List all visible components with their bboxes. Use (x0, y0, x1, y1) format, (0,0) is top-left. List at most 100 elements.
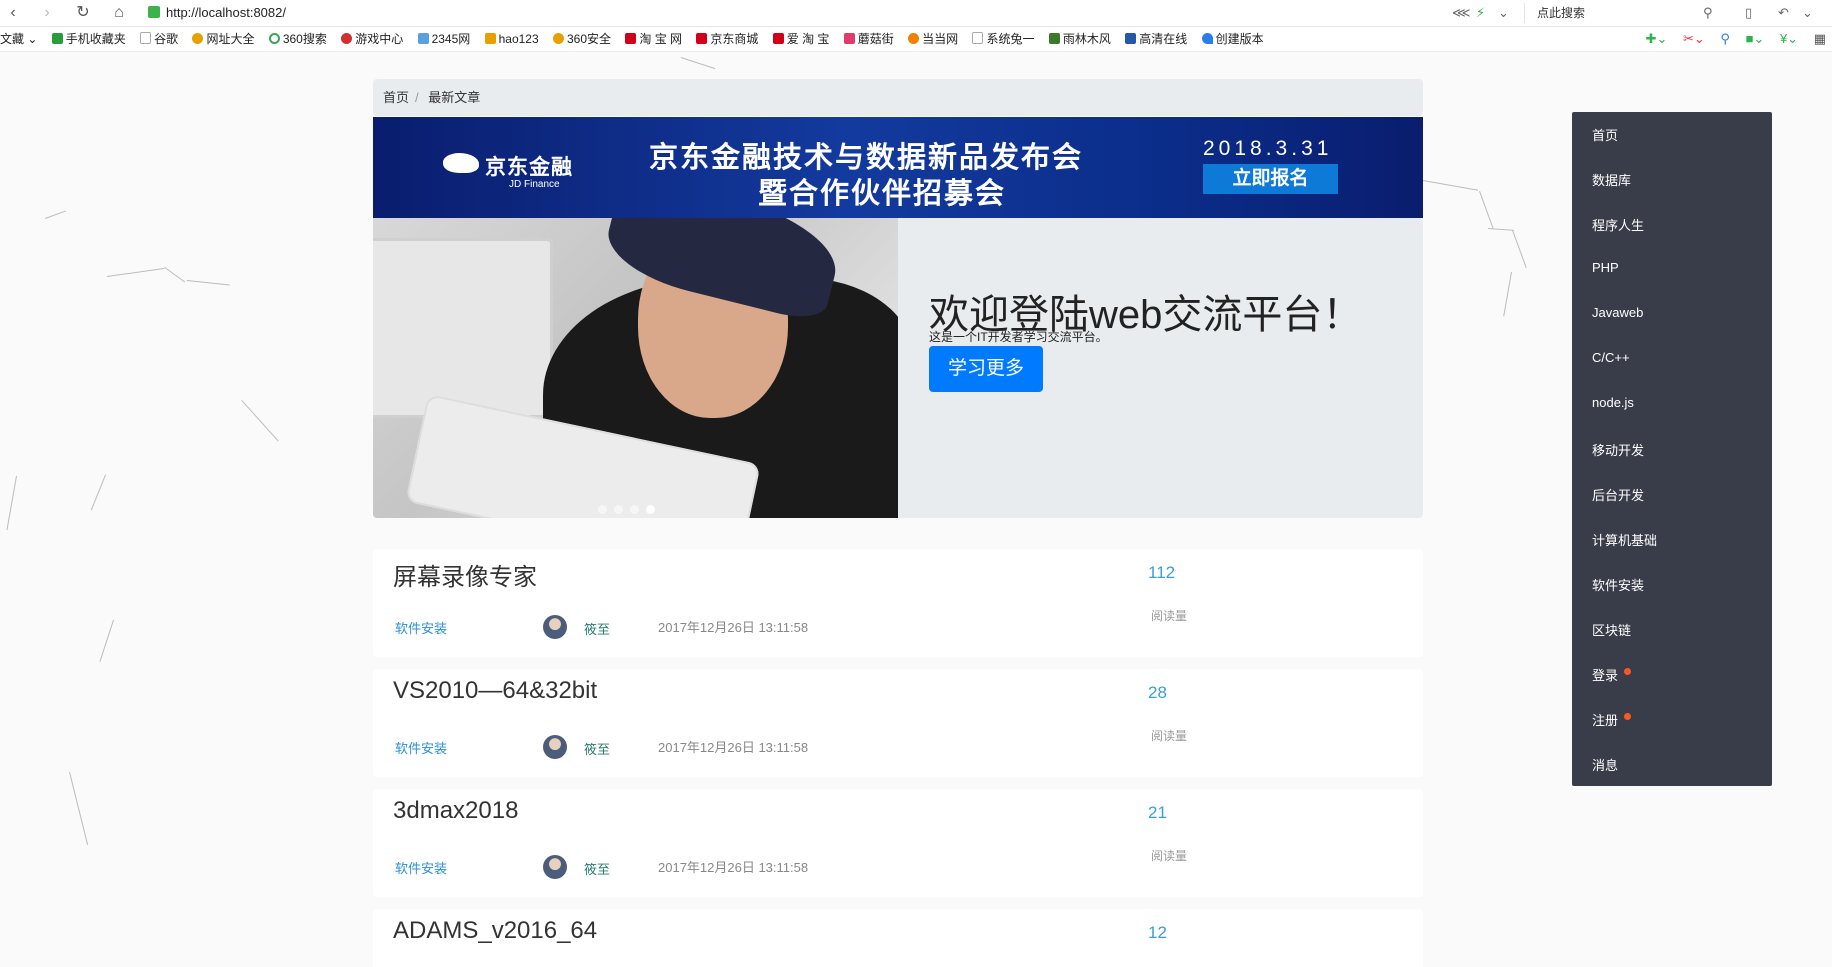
carousel-dot-active[interactable] (646, 505, 655, 514)
carousel-dot[interactable] (614, 505, 623, 514)
browser-toolbar: ‹ › ↻ ⌂ http://localhost:8082/ ⋘ ⚡ ⌄ 点此搜… (0, 0, 1832, 27)
bookmark-item[interactable]: 手机收藏夹 (51, 27, 126, 51)
decorative-line (164, 267, 186, 283)
jd-finance-banner[interactable]: 京东金融 JD Finance 京东金融技术与数据新品发布会 暨合作伙伴招募会 … (373, 117, 1423, 218)
share-icon[interactable]: ⋘ (1452, 3, 1471, 23)
article-time: 2017年12月26日 13:11:58 (658, 860, 809, 875)
bookmark-item[interactable]: 2345网 (417, 27, 470, 51)
bookmark-item[interactable]: 谷歌 (140, 27, 178, 51)
decorative-line (69, 772, 89, 846)
search-input[interactable]: 点此搜索 (1524, 3, 1727, 23)
sidebar-nav: 首页 数据库 程序人生 PHP Javaweb C/C++ node.js 移动… (1572, 112, 1772, 786)
decorative-line (1422, 180, 1479, 191)
article-title[interactable]: 3dmax2018 (393, 797, 518, 825)
bookmark-item[interactable]: 游戏中心 (341, 27, 403, 51)
notification-badge (1624, 713, 1632, 720)
url-text: http://localhost:8082/ (166, 5, 286, 20)
article-title[interactable]: ADAMS_v2016_64 (393, 917, 597, 945)
bookmark-icon (192, 33, 204, 44)
sidebar-item-home[interactable]: 首页 (1592, 125, 1618, 144)
sidebar-item-register[interactable]: 注册 (1592, 710, 1632, 729)
bookmark-item[interactable]: 360安全 (553, 27, 611, 51)
bookmark-icon (908, 33, 920, 44)
article-title[interactable]: VS2010—64&32bit (393, 677, 597, 705)
avatar[interactable] (543, 855, 567, 879)
sidebar-item-login[interactable]: 登录 (1592, 665, 1632, 684)
avatar[interactable] (543, 615, 567, 639)
breadcrumb-home[interactable]: 首页 (383, 90, 409, 105)
article-time: 2017年12月26日 13:11:58 (658, 620, 809, 635)
article-category[interactable]: 软件安装 (395, 858, 447, 877)
sidebar-item-messages[interactable]: 消息 (1592, 755, 1618, 774)
decorative-line (186, 280, 230, 286)
bookmark-icon (484, 33, 496, 44)
bookmark-item[interactable]: 高清在线 (1125, 27, 1187, 51)
sidebar-item-cpp[interactable]: C/C++ (1592, 350, 1630, 365)
bookmark-item[interactable]: 京东商城 (696, 27, 758, 51)
bookmark-item[interactable]: 360搜索 (268, 27, 327, 51)
grid-icon[interactable]: ▦ (1814, 27, 1826, 51)
sidebar-item-php[interactable]: PHP (1592, 260, 1619, 275)
sidebar-item-mobile[interactable]: 移动开发 (1592, 440, 1644, 459)
bookmark-item[interactable]: 淘 宝 网 (625, 27, 682, 51)
read-count: 28 (1148, 683, 1167, 702)
monitor-illustration (373, 238, 553, 418)
extension-plus-icon[interactable]: ✚⌄ (1646, 27, 1668, 51)
bookmark-icon (843, 33, 855, 44)
forward-icon[interactable]: › (36, 2, 58, 24)
device-icon[interactable]: ▯ (1745, 3, 1752, 23)
money-icon[interactable]: ¥⌄ (1780, 27, 1798, 51)
bookmark-item[interactable]: 爱 淘 宝 (772, 27, 829, 51)
sidebar-item-software[interactable]: 软件安装 (1592, 575, 1644, 594)
bookmark-item[interactable]: 文藏 ⌄ (0, 27, 37, 51)
sidebar-item-nodejs[interactable]: node.js (1592, 395, 1634, 410)
article-card[interactable]: ADAMS_v2016_64 12 (373, 909, 1423, 967)
article-category[interactable]: 软件安装 (395, 618, 447, 637)
article-card[interactable]: 3dmax2018 软件安装 筱至 2017年12月26日 13:11:58 2… (373, 789, 1423, 897)
carousel-image[interactable] (373, 218, 898, 518)
bookmark-item[interactable]: 蘑菇街 (843, 27, 894, 51)
sidebar-item-programmer-life[interactable]: 程序人生 (1592, 215, 1644, 234)
bookmark-item[interactable]: 创建版本 (1201, 27, 1264, 51)
learn-more-button[interactable]: 学习更多 (929, 346, 1043, 392)
sidebar-item-backend[interactable]: 后台开发 (1592, 485, 1644, 504)
bookmark-item[interactable]: 网址大全 (192, 27, 254, 51)
article-title[interactable]: 屏幕录像专家 (393, 557, 537, 592)
read-count-label: 阅读量 (1151, 609, 1188, 623)
carousel-dot[interactable] (598, 505, 607, 514)
sidebar-item-javaweb[interactable]: Javaweb (1592, 305, 1643, 320)
chevron-down-icon[interactable]: ⌄ (1802, 3, 1813, 23)
back-icon[interactable]: ‹ (2, 2, 24, 24)
article-author[interactable]: 筱至 (584, 859, 610, 878)
bookmark-icon (341, 33, 353, 44)
bookmark-icon (268, 33, 280, 44)
article-category[interactable]: 软件安装 (395, 738, 447, 757)
avatar[interactable] (543, 735, 567, 759)
article-author[interactable]: 筱至 (584, 739, 610, 758)
register-now-button[interactable]: 立即报名 (1203, 164, 1338, 194)
undo-icon[interactable]: ↶ (1778, 3, 1789, 23)
scissors-icon[interactable]: ✂⌄ (1683, 27, 1705, 51)
article-card[interactable]: 屏幕录像专家 软件安装 筱至 2017年12月26日 13:11:58 112 … (373, 549, 1423, 657)
search-icon[interactable]: ⚲ (1703, 3, 1713, 23)
bookmark-item[interactable]: 系统兔一 (972, 27, 1035, 51)
sidebar-item-database[interactable]: 数据库 (1592, 170, 1631, 189)
article-author[interactable]: 筱至 (584, 619, 610, 638)
home-icon[interactable]: ⌂ (108, 2, 130, 24)
reload-icon[interactable]: ↻ (72, 2, 94, 24)
bookmark-item[interactable]: 当当网 (908, 27, 958, 51)
address-bar[interactable]: http://localhost:8082/ (148, 3, 1438, 23)
gamepad-icon[interactable]: ■⌄ (1746, 27, 1765, 51)
article-card[interactable]: VS2010—64&32bit 软件安装 筱至 2017年12月26日 13:1… (373, 669, 1423, 777)
bookmark-item[interactable]: hao123 (484, 27, 539, 51)
lightning-icon[interactable]: ⚡ (1476, 3, 1485, 23)
decorative-line (1503, 271, 1512, 317)
sidebar-item-cs-basics[interactable]: 计算机基础 (1592, 530, 1657, 549)
search-icon[interactable]: ⚲ (1720, 27, 1730, 51)
carousel-dot[interactable] (630, 505, 639, 514)
sidebar-item-blockchain[interactable]: 区块链 (1592, 620, 1631, 639)
chevron-down-icon[interactable]: ⌄ (1498, 3, 1509, 23)
bookmark-item[interactable]: 雨林木风 (1048, 27, 1111, 51)
rocket-icon (1201, 33, 1213, 44)
bookmark-icon (625, 33, 637, 44)
